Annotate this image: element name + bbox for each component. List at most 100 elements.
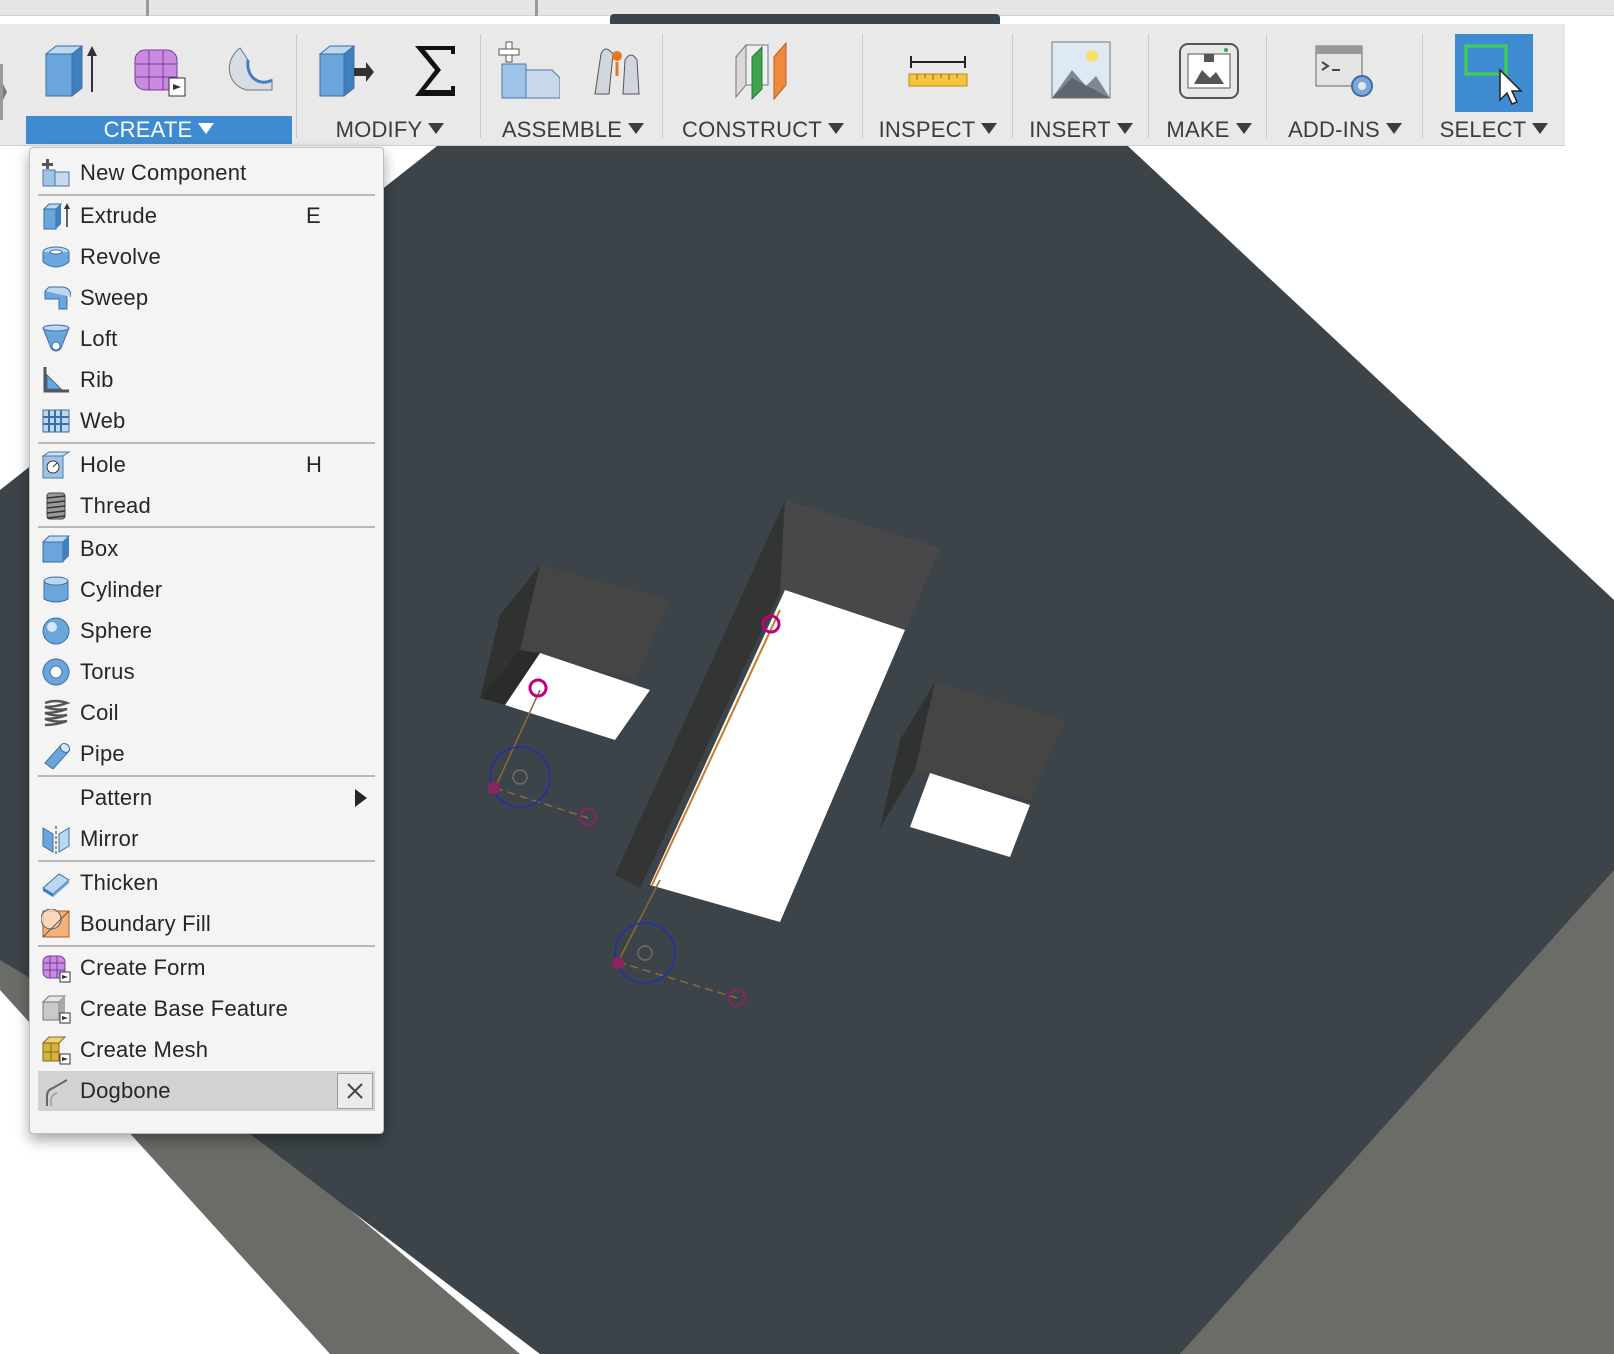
assemble-group[interactable]: ASSEMBLE: [484, 24, 662, 146]
select-cursor-icon[interactable]: [1455, 34, 1533, 112]
insert-image-icon[interactable]: [1048, 37, 1114, 103]
menu-item-web[interactable]: Web: [38, 401, 375, 441]
thicken-icon: [40, 867, 72, 899]
toolbar-separator: [1012, 34, 1013, 138]
sketch-point[interactable]: [612, 957, 624, 969]
modify-group[interactable]: MODIFY: [300, 24, 480, 146]
toolbar-separator: [862, 34, 863, 138]
parameters-sigma-icon[interactable]: [402, 37, 468, 103]
menu-item-boundary-fill[interactable]: Boundary Fill: [38, 904, 375, 944]
toolbar-separator: [296, 34, 297, 138]
menu-item-thicken[interactable]: Thicken: [38, 863, 375, 903]
menu-item-mirror[interactable]: Mirror: [38, 819, 375, 859]
modify-menu-button[interactable]: MODIFY: [300, 116, 480, 144]
sphere-icon: [40, 615, 72, 647]
menu-item-coil[interactable]: Coil: [38, 693, 375, 733]
scripts-addins-icon[interactable]: [1312, 37, 1378, 103]
create-form-icon: [40, 952, 72, 984]
chevron-down-icon: [198, 123, 215, 134]
assemble-menu-button[interactable]: ASSEMBLE: [484, 116, 662, 144]
torus-icon: [40, 656, 72, 688]
sketch-point[interactable]: [488, 782, 500, 794]
add-ins-group[interactable]: ADD-INS: [1270, 24, 1420, 146]
menu-item-label: Create Base Feature: [80, 996, 289, 1021]
construct-menu-button[interactable]: CONSTRUCT: [666, 116, 860, 144]
window-top-strip: [0, 0, 1614, 24]
make-menu-button[interactable]: MAKE: [1152, 116, 1266, 144]
extrude-icon[interactable]: [37, 37, 103, 103]
mirror-icon: [40, 823, 72, 855]
menu-item-label: Cylinder: [80, 577, 163, 602]
menu-divider: [38, 775, 375, 777]
menu-item-cylinder[interactable]: Cylinder: [38, 570, 375, 610]
menu-item-create-base-feature[interactable]: Create Base Feature: [38, 989, 375, 1029]
press-pull-icon[interactable]: [312, 37, 378, 103]
toolbar-separator: [1422, 34, 1423, 138]
menu-divider: [38, 945, 375, 947]
menu-item-label: Coil: [80, 700, 119, 725]
menu-divider: [38, 442, 375, 444]
menu-item-sphere[interactable]: Sphere: [38, 611, 375, 651]
create-form-icon[interactable]: [126, 37, 192, 103]
chevron-down-icon: [981, 123, 998, 134]
menu-item-rib[interactable]: Rib: [38, 360, 375, 400]
offset-plane-icon[interactable]: [730, 37, 796, 103]
toolbar-separator: [1148, 34, 1149, 138]
menu-item-label: Create Form: [80, 955, 206, 980]
menu-item-create-form[interactable]: Create Form: [38, 948, 375, 988]
menu-item-dogbone[interactable]: Dogbone: [38, 1071, 375, 1111]
hole-icon: [40, 449, 72, 481]
pattern-icon-placeholder: [40, 782, 72, 814]
measure-icon[interactable]: [905, 37, 971, 103]
web-icon: [40, 405, 72, 437]
create-menu-button[interactable]: CREATE: [26, 116, 292, 144]
toolbar-separator: [662, 34, 663, 138]
menu-item-hole[interactable]: Hole H: [38, 445, 375, 485]
toolbar-scroll-left-icon[interactable]: [0, 64, 8, 120]
menu-item-label: Revolve: [80, 244, 161, 269]
extrude-icon: [40, 200, 72, 232]
menu-item-extrude[interactable]: Extrude E: [38, 196, 375, 236]
3d-print-icon[interactable]: [1176, 37, 1242, 103]
submenu-arrow-icon: [355, 789, 367, 807]
menu-item-torus[interactable]: Torus: [38, 652, 375, 692]
menu-item-label: New Component: [80, 160, 247, 185]
dogbone-icon: [40, 1075, 72, 1107]
inspect-menu-button[interactable]: INSPECT: [866, 116, 1010, 144]
menu-item-label: Web: [80, 408, 126, 433]
menu-item-sweep[interactable]: Sweep: [38, 278, 375, 318]
menu-item-label: Thread: [80, 493, 151, 518]
sketch-curve-icon[interactable]: [215, 37, 281, 103]
create-group[interactable]: CREATE: [26, 24, 292, 146]
select-group[interactable]: SELECT: [1426, 24, 1562, 146]
menu-item-pattern[interactable]: Pattern: [38, 778, 375, 818]
menu-item-revolve[interactable]: Revolve: [38, 237, 375, 277]
chevron-down-icon: [827, 123, 844, 134]
add-ins-menu-button[interactable]: ADD-INS: [1270, 116, 1420, 144]
menu-item-box[interactable]: Box: [38, 529, 375, 569]
new-component-icon[interactable]: [496, 37, 562, 103]
menu-item-label: Extrude: [80, 203, 158, 228]
select-menu-button[interactable]: SELECT: [1426, 116, 1562, 144]
menu-item-loft[interactable]: Loft: [38, 319, 375, 359]
rib-icon: [40, 364, 72, 396]
menu-item-label: Box: [80, 536, 119, 561]
insert-menu-button[interactable]: INSERT: [1016, 116, 1146, 144]
menu-item-label: Loft: [80, 326, 118, 351]
remove-addin-button[interactable]: [337, 1073, 373, 1109]
menu-divider: [38, 860, 375, 862]
construct-group[interactable]: CONSTRUCT: [666, 24, 860, 146]
menu-item-new-component[interactable]: New Component: [38, 153, 375, 193]
toolbar-separator: [1266, 34, 1267, 138]
menu-item-pipe[interactable]: Pipe: [38, 734, 375, 774]
insert-group[interactable]: INSERT: [1016, 24, 1146, 146]
menu-item-label: Torus: [80, 659, 135, 684]
tab-divider: [146, 0, 149, 16]
joint-icon[interactable]: [585, 37, 651, 103]
coil-icon: [40, 697, 72, 729]
menu-item-create-mesh[interactable]: Create Mesh: [38, 1030, 375, 1070]
menu-item-thread[interactable]: Thread: [38, 486, 375, 526]
make-group[interactable]: MAKE: [1152, 24, 1266, 146]
inspect-group[interactable]: INSPECT: [866, 24, 1010, 146]
menu-item-label: Create Mesh: [80, 1037, 209, 1062]
